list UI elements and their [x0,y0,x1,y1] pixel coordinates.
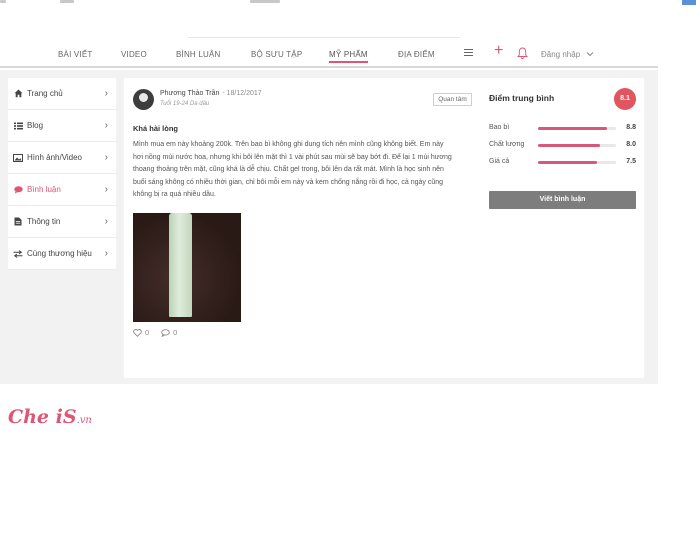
author-name[interactable]: Phương Thảo Trần [160,90,219,97]
sidebar-item-label: Thông tin [27,217,61,226]
chevron-right-icon: › [104,152,108,163]
rating-bar [538,161,616,164]
rating-quality: Chất lượng 8.0 [489,140,637,152]
rating-label: Bao bì [489,124,510,131]
average-score-badge: 8.1 [614,88,636,110]
rating-value: 8.0 [626,141,636,148]
comment-icon [13,185,23,195]
review-title: Khá hài lòng [133,124,178,133]
rating-title: Điểm trung bình [489,93,555,103]
review-photo[interactable] [133,213,241,322]
review-author: Phương Thảo Trần - 18/12/2017 [160,90,262,97]
chevron-right-icon: › [104,248,108,259]
chevron-right-icon: › [104,120,108,131]
login-label: Đăng nhập [541,50,581,59]
login-button[interactable]: Đăng nhập [541,50,594,59]
swap-icon [13,249,23,259]
bell-icon[interactable] [517,47,528,61]
site-logo[interactable]: Che iS.vn [8,406,92,428]
rating-bar [538,144,616,147]
sidebar: Trang chủ › Blog › Hình ảnh/Video › Bình… [8,78,116,270]
chevron-right-icon: › [104,88,108,99]
sidebar-item-blog[interactable]: Blog › [8,110,116,142]
plus-icon[interactable]: + [494,43,503,59]
logo-main: Che iS [8,406,77,428]
nav-bo-suu-tap[interactable]: BỘ SƯU TẬP [251,50,302,59]
main-navigation: BÀI VIẾT VIDEO BÌNH LUẬN BỘ SƯU TẬP MỸ P… [0,38,658,68]
review-body: Mình mua em này khoảng 200k. Trên bao bì… [133,141,452,199]
sidebar-item-label: Bình luận [27,185,61,194]
comment-count: 0 [173,328,178,337]
rating-label: Giá cả [489,158,510,165]
comment-button[interactable]: 0 [161,328,177,337]
sidebar-item-comments[interactable]: Bình luận › [8,174,116,206]
sidebar-item-home[interactable]: Trang chủ › [8,78,116,110]
rating-value: 7.5 [626,158,636,165]
rating-packaging: Bao bì 8.8 [489,123,637,135]
follow-button[interactable]: Quan tâm [433,93,472,106]
like-button[interactable]: 0 [133,328,149,337]
review-date: - 18/12/2017 [222,90,262,97]
sidebar-item-label: Trang chủ [27,89,63,98]
nav-dia-diem[interactable]: ĐỊA ĐIỂM [398,50,435,59]
rating-bar-fill [538,144,601,147]
chevron-down-icon [587,52,594,57]
home-icon [13,89,23,99]
sidebar-item-label: Cùng thương hiệu [27,249,92,258]
comment-outline-icon [161,328,170,337]
write-review-button[interactable]: Viết bình luận [489,191,636,209]
rating-price: Giá cả 7.5 [489,157,637,169]
chevron-right-icon: › [104,184,108,195]
rating-label: Chất lượng [489,141,525,148]
author-meta: Tuổi 19-24 Da dầu [160,101,210,107]
rating-bar [538,127,616,130]
sidebar-item-info[interactable]: Thông tin › [8,206,116,238]
rating-bar-fill [538,127,607,130]
sidebar-item-label: Hình ảnh/Video [27,153,83,162]
rating-value: 8.8 [626,124,636,131]
sidebar-item-label: Blog [27,121,44,130]
hamburger-icon[interactable] [464,49,473,58]
chevron-right-icon: › [104,216,108,227]
logo-suffix: .vn [76,415,92,426]
heart-icon [133,328,142,337]
rating-bar-fill [538,161,597,164]
nav-binh-luan[interactable]: BÌNH LUẬN [176,50,220,59]
nav-divider [188,37,460,38]
product-bottle [169,213,192,317]
list-icon [13,121,23,131]
top-strip [0,0,696,6]
like-count: 0 [145,328,150,337]
document-icon [13,217,23,227]
sidebar-item-media[interactable]: Hình ảnh/Video › [8,142,116,174]
review-card: Phương Thảo Trần - 18/12/2017 Tuổi 19-24 … [124,78,644,378]
nav-bai-viet[interactable]: BÀI VIẾT [58,50,93,59]
nav-video[interactable]: VIDEO [121,50,147,59]
avatar[interactable] [133,89,154,110]
review-reactions: 0 0 [133,328,189,337]
image-icon [13,153,23,163]
sidebar-item-same-brand[interactable]: Cùng thương hiệu › [8,238,116,270]
nav-my-pham[interactable]: MỸ PHẨM [329,50,368,63]
